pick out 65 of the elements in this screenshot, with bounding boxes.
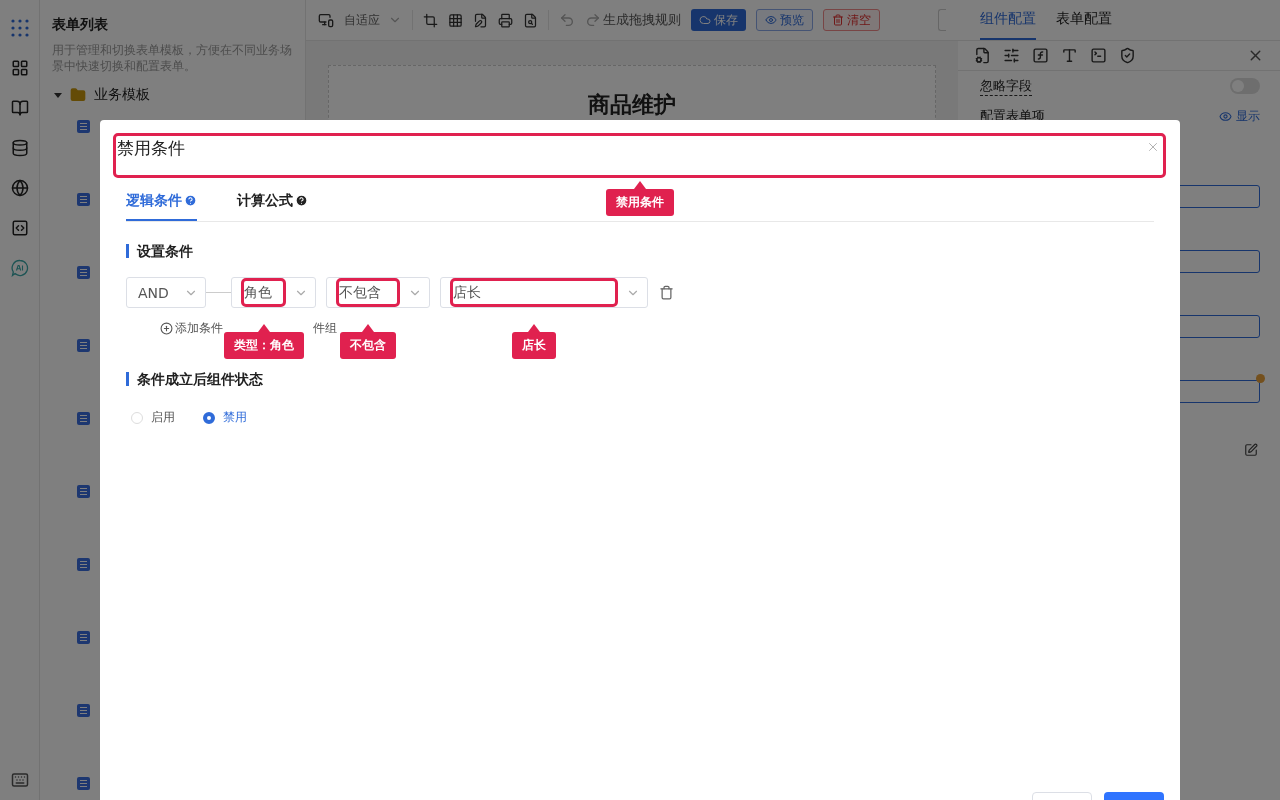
grid-icon[interactable] xyxy=(448,12,463,28)
sidebar-title: 表单列表 xyxy=(52,16,109,34)
function-icon[interactable] xyxy=(1032,47,1049,64)
form-icon[interactable] xyxy=(77,412,90,425)
select-value: 店长 xyxy=(453,283,481,302)
redo-icon[interactable] xyxy=(585,12,601,28)
edit-icon[interactable] xyxy=(473,12,488,28)
select-value: 角色 xyxy=(244,283,272,302)
file-search-icon[interactable] xyxy=(523,12,538,28)
caret-icon[interactable] xyxy=(54,92,62,98)
edit-icon[interactable] xyxy=(1244,443,1258,457)
generate-rules-button[interactable]: 生成拖拽规则 xyxy=(603,11,681,29)
help-icon xyxy=(295,194,308,207)
form-icon[interactable] xyxy=(77,558,90,571)
shield-icon[interactable] xyxy=(1119,47,1136,64)
logic-select[interactable]: AND xyxy=(126,277,206,308)
eye-icon xyxy=(765,14,777,26)
text-icon[interactable] xyxy=(1061,47,1078,64)
help-icon xyxy=(184,194,197,207)
close-icon[interactable] xyxy=(1146,140,1160,154)
save-button[interactable]: 保存 xyxy=(691,9,746,31)
crop-icon[interactable] xyxy=(423,12,438,28)
terminal-icon[interactable] xyxy=(1090,47,1107,64)
trash-icon xyxy=(832,14,844,26)
layout-select[interactable]: 自适应 xyxy=(344,11,402,29)
print-icon[interactable] xyxy=(498,12,513,28)
sliders-icon[interactable] xyxy=(1003,47,1020,64)
section-title: 设置条件 xyxy=(126,244,1154,258)
form-icon[interactable] xyxy=(77,339,90,352)
panel-tab[interactable]: 组件配置 xyxy=(980,0,1036,40)
add-condition-link[interactable]: 添加条件 xyxy=(160,321,223,336)
clear-button[interactable]: 清空 xyxy=(823,9,880,31)
condition-select[interactable]: 店长 xyxy=(440,277,648,308)
dialog-tab[interactable]: 计算公式 xyxy=(237,182,308,221)
form-icon[interactable] xyxy=(77,266,90,279)
show-link[interactable]: 显示 xyxy=(1219,107,1260,125)
section-title: 条件成立后组件状态 xyxy=(126,372,1154,386)
ignore-field-label: 忽略字段 xyxy=(980,76,1032,96)
eye-icon xyxy=(1219,109,1232,123)
device-icon[interactable] xyxy=(318,12,334,28)
radio-option[interactable]: 启用 xyxy=(131,409,175,426)
dialog-tab[interactable]: 逻辑条件 xyxy=(126,182,197,221)
form-icon[interactable] xyxy=(77,704,90,717)
form-icon[interactable] xyxy=(77,485,90,498)
folder-icon xyxy=(70,87,86,103)
condition-select[interactable]: 不包含 xyxy=(326,277,430,308)
form-icon[interactable] xyxy=(77,631,90,644)
add-group-link[interactable]: 件组 xyxy=(313,321,337,336)
select-value: 不包含 xyxy=(339,283,381,302)
tree-folder[interactable]: 业务模板 xyxy=(52,86,293,104)
form-icon[interactable] xyxy=(77,193,90,206)
undo-icon[interactable] xyxy=(559,12,575,28)
file-settings-icon[interactable] xyxy=(974,47,991,64)
form-icon[interactable] xyxy=(77,120,90,133)
folder-label: 业务模板 xyxy=(94,86,150,104)
form-title: 商品维护 xyxy=(588,91,676,119)
panel-tab[interactable]: 表单配置 xyxy=(1056,0,1112,40)
cloud-icon xyxy=(699,14,711,26)
plus-circle-icon xyxy=(160,322,173,335)
dialog-title: 禁用条件 xyxy=(117,137,185,160)
condition-select[interactable]: 角色 xyxy=(231,277,316,308)
delete-icon[interactable] xyxy=(659,285,674,300)
radio-option[interactable]: 禁用 xyxy=(203,409,247,426)
preview-button[interactable]: 预览 xyxy=(756,9,813,31)
form-icon[interactable] xyxy=(77,777,90,790)
